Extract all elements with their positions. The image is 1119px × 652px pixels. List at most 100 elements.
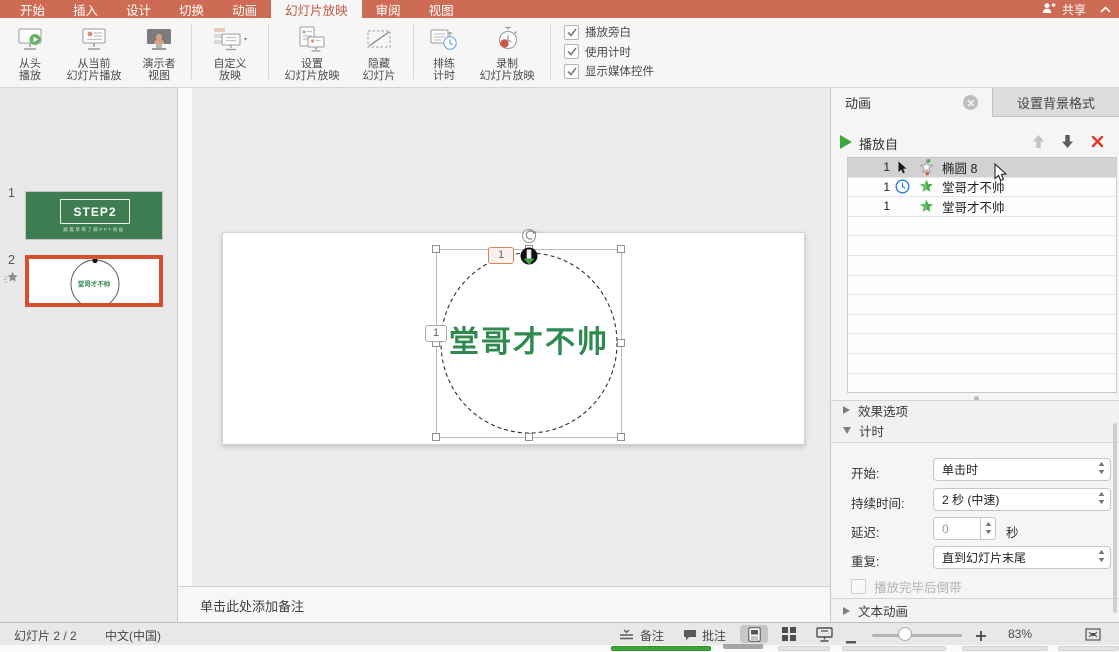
comments-toggle-label[interactable]: 批注 <box>702 627 726 644</box>
slide-1-number: 1 <box>8 186 15 200</box>
slide-sorter-view-button[interactable] <box>775 625 803 643</box>
custom-show-button[interactable]: 自定义放映 <box>198 18 262 87</box>
play-icon[interactable] <box>840 135 852 149</box>
presenter-view-button[interactable]: 演示者视图 <box>133 18 185 87</box>
animation-star-icon[interactable] <box>4 271 19 289</box>
background-gray-bar <box>962 646 1048 651</box>
animation-item-text-2[interactable]: 1 堂哥才不帅 <box>848 197 1116 217</box>
text-animation-section[interactable]: 文本动画 <box>831 598 1119 622</box>
notes-area[interactable]: 单击此处添加备注 <box>178 586 830 622</box>
button-label: 幻灯片 <box>363 70 396 82</box>
duration-select[interactable]: 2 秒 (中速) ▲▼ <box>933 488 1111 511</box>
play-narrations-checkbox[interactable]: 播放旁白 <box>564 24 654 40</box>
zoom-slider-handle[interactable] <box>898 627 912 641</box>
record-slideshow-button[interactable]: 录制幻灯片放映 <box>470 18 544 87</box>
zoom-slider-track[interactable] <box>872 634 962 637</box>
language-indicator[interactable]: 中文(中国) <box>105 627 161 644</box>
delay-label: 延迟: <box>851 522 879 541</box>
setup-slideshow-button[interactable]: 设置幻灯片放映 <box>275 18 349 87</box>
repeat-select[interactable]: 直到幻灯片末尾 ▲▼ <box>933 546 1111 569</box>
powerpoint-window: 开始 插入 设计 切换 动画 幻灯片放映 审阅 视图 共享 从头播放 <box>0 0 1119 652</box>
tab-home[interactable]: 开始 <box>6 0 59 18</box>
button-label: 计时 <box>433 70 455 82</box>
close-pane-icon[interactable] <box>963 95 978 110</box>
section-label: 文本动画 <box>858 601 908 620</box>
empty-row <box>848 256 1116 276</box>
stepper-icon[interactable]: ▲▼ <box>1098 549 1105 565</box>
animation-item-text-1[interactable]: 1 堂哥才不帅 <box>848 178 1116 198</box>
pane-tab-animation[interactable]: 动画 <box>831 88 992 117</box>
move-down-icon[interactable] <box>1061 134 1074 152</box>
collapse-ribbon-icon[interactable] <box>1100 2 1111 16</box>
delay-input[interactable]: 0 <box>933 517 981 540</box>
slide-2-number: 2 <box>8 253 15 267</box>
animation-item-ellipse[interactable]: 1 椭圆 8 <box>848 158 1116 178</box>
fit-to-window-icon[interactable] <box>1085 628 1101 644</box>
on-click-pointer-icon <box>890 161 914 174</box>
delay-stepper[interactable]: ▲▼ <box>980 517 996 540</box>
comments-toggle-icon[interactable] <box>683 629 697 644</box>
slide-canvas[interactable]: 1 1 堂哥才不帅 <box>222 232 805 445</box>
timing-section[interactable]: 计时 <box>831 419 1119 443</box>
empty-row <box>848 334 1116 354</box>
start-select[interactable]: 单击时 ▲▼ <box>933 458 1111 481</box>
tab-insert[interactable]: 插入 <box>59 0 112 18</box>
hide-slide-button[interactable]: 隐藏幻灯片 <box>351 18 407 87</box>
pane-tab-label: 设置背景格式 <box>1017 93 1095 112</box>
tab-slideshow[interactable]: 幻灯片放映 <box>271 0 362 18</box>
checkbox-checked-icon <box>564 25 579 40</box>
slide-editor: 1 1 堂哥才不帅 单击此处添加备注 <box>178 88 830 622</box>
tab-design[interactable]: 设计 <box>112 0 165 18</box>
section-label: 计时 <box>859 421 884 440</box>
main-area: 1 STEP2 跟着草莓了解PPT动画 2 堂哥才不帅 <box>0 88 1119 622</box>
checkbox-unchecked-icon <box>851 579 866 594</box>
background-window-strip <box>0 645 1119 652</box>
tab-animations[interactable]: 动画 <box>218 0 271 18</box>
tab-transitions[interactable]: 切换 <box>165 0 218 18</box>
button-label: 幻灯片播放 <box>67 70 122 82</box>
rewind-checkbox[interactable]: 播放完毕后倒带 <box>851 577 962 596</box>
normal-view-button[interactable] <box>740 625 768 643</box>
after-previous-clock-icon <box>890 179 914 194</box>
stepper-icon[interactable]: ▲▼ <box>1098 461 1105 477</box>
animation-order-badge-selected[interactable]: 1 <box>488 247 514 264</box>
slide-1-title: STEP2 <box>60 199 130 224</box>
move-up-icon[interactable] <box>1032 134 1045 152</box>
checkbox-label: 显示媒体控件 <box>585 63 654 79</box>
add-person-icon <box>1042 2 1056 17</box>
play-from-label[interactable]: 播放自 <box>859 134 898 153</box>
button-label: 播放 <box>19 70 41 82</box>
rehearse-timings-icon <box>428 24 460 56</box>
play-from-start-button[interactable]: 从头播放 <box>5 18 55 87</box>
empty-row <box>848 315 1116 335</box>
slide-1-subtitle: 跟着草莓了解PPT动画 <box>26 227 162 233</box>
notes-toggle-label[interactable]: 备注 <box>640 627 664 644</box>
slide-thumbnail-panel: 1 STEP2 跟着草莓了解PPT动画 2 堂哥才不帅 <box>0 88 178 622</box>
empty-row <box>848 354 1116 374</box>
pane-tab-format-background[interactable]: 设置背景格式 <box>992 88 1119 117</box>
custom-show-icon <box>210 24 250 56</box>
tab-review[interactable]: 审阅 <box>362 0 415 18</box>
slide-1-thumbnail[interactable]: STEP2 跟着草莓了解PPT动画 <box>25 191 163 240</box>
button-label: 演示者 <box>143 58 176 70</box>
zoom-percentage[interactable]: 83% <box>1008 627 1032 641</box>
shape-text[interactable]: 堂哥才不帅 <box>379 326 679 360</box>
rehearse-timings-button[interactable]: 排练计时 <box>420 18 468 87</box>
use-timings-checkbox[interactable]: 使用计时 <box>564 44 654 60</box>
pane-scrollbar[interactable] <box>1113 423 1117 613</box>
share-area[interactable]: 共享 <box>1042 0 1111 18</box>
checkbox-checked-icon <box>564 44 579 59</box>
notes-toggle-icon[interactable] <box>619 629 634 643</box>
slideshow-view-button[interactable] <box>810 625 838 643</box>
stepper-icon[interactable]: ▲▼ <box>1098 491 1105 507</box>
play-from-current-button[interactable]: 从当前幻灯片播放 <box>57 18 131 87</box>
effect-options-section[interactable]: 效果选项 <box>831 400 1119 420</box>
background-window-notch <box>723 644 763 649</box>
show-media-controls-checkbox[interactable]: 显示媒体控件 <box>564 63 654 79</box>
delete-animation-icon[interactable] <box>1091 135 1104 151</box>
tab-view[interactable]: 视图 <box>415 0 468 18</box>
button-label: 录制 <box>480 58 535 70</box>
slide-2-thumbnail[interactable]: 堂哥才不帅 <box>25 255 163 307</box>
zoom-in-icon[interactable] <box>976 630 986 644</box>
duration-label: 持续时间: <box>851 493 904 512</box>
